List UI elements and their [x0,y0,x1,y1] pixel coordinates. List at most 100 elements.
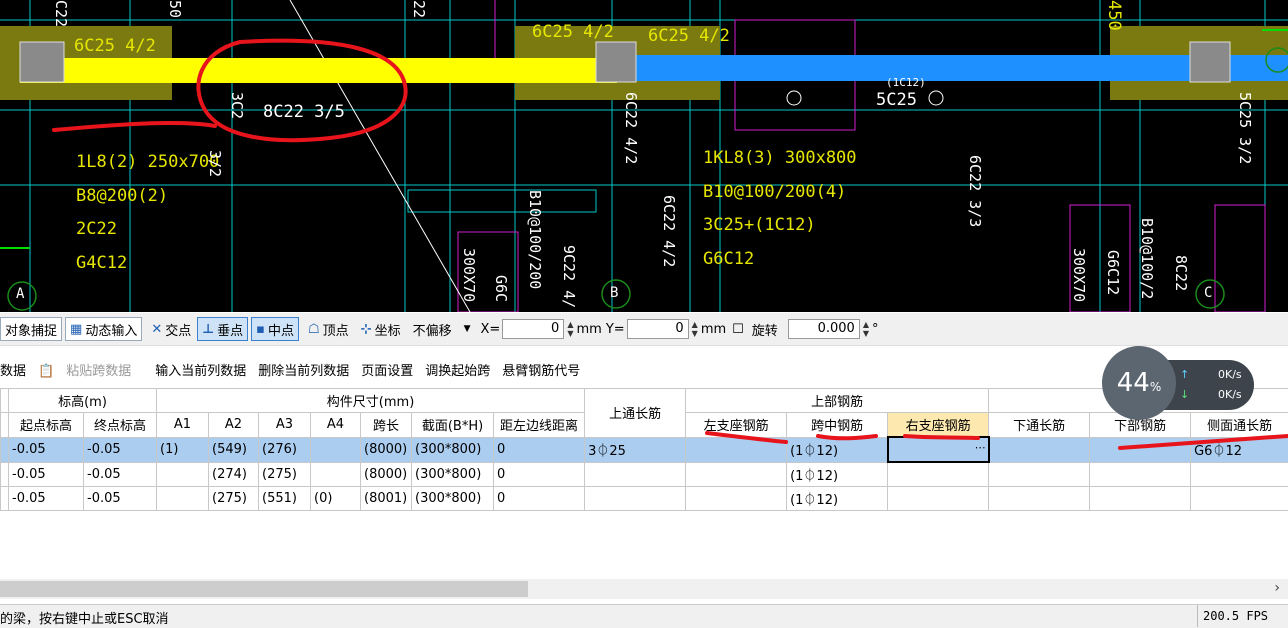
coordinate-snap-button[interactable]: ⊹坐标 [361,320,401,339]
rotate-checkbox[interactable]: ☐ [732,322,744,337]
cad-label: 2C22 [76,219,117,239]
table-cell[interactable]: -0.05 [84,487,157,511]
table-cell[interactable] [686,437,787,462]
col-header[interactable]: A2 [209,413,259,438]
x-input[interactable]: 0 [502,319,564,339]
menu-swap-start-span[interactable]: 调换起始跨 [425,360,490,379]
table-cell[interactable] [1191,487,1288,511]
menu-delete-column[interactable]: 删除当前列数据 [258,360,349,379]
table-row[interactable]: -0.05 -0.05 (275) (551) (0) (8001) (300*… [1,487,1288,511]
table-cell[interactable]: (1⏀12) [787,437,888,462]
table-cell[interactable]: -0.05 [9,487,84,511]
col-header[interactable]: A3 [259,413,311,438]
col-header-top-through[interactable]: 上通长筋 [585,389,686,438]
perpendicular-snap-button[interactable]: ⊥垂点 [197,317,248,341]
table-cell[interactable] [157,462,209,487]
table-cell[interactable] [1090,437,1191,462]
menu-cantilever-code[interactable]: 悬臂钢筋代号 [502,360,580,379]
table-cell[interactable]: (8001) [361,487,412,511]
table-cell[interactable] [686,462,787,487]
dynamic-input-button[interactable]: ▦动态输入 [65,317,142,341]
scrollbar-thumb[interactable] [0,581,528,597]
rotate-input[interactable]: 0.000 [788,319,860,339]
table-cell[interactable]: -0.05 [9,437,84,462]
y-input[interactable]: 0 [627,319,689,339]
active-cell-editor[interactable]: ⋯ [888,437,989,462]
scroll-right-arrow-icon[interactable]: › [1274,580,1280,596]
offset-dropdown[interactable]: 不偏移▼ [413,320,471,339]
table-cell[interactable] [585,462,686,487]
row-indicator[interactable] [1,437,9,462]
table-cell[interactable]: (300*800) [412,462,494,487]
table-cell[interactable]: (274) [209,462,259,487]
table-cell[interactable]: (8000) [361,437,412,462]
object-snap-label: 对象捕捉 [5,320,57,339]
table-cell[interactable] [157,487,209,511]
table-cell[interactable] [989,437,1090,462]
table-cell[interactable]: -0.05 [84,437,157,462]
table-cell[interactable]: (275) [209,487,259,511]
table-row[interactable]: -0.05 -0.05 (1) (549) (276) (8000) (300*… [1,437,1288,462]
object-snap-button[interactable]: 对象捕捉 [0,317,62,341]
table-cell[interactable]: (549) [209,437,259,462]
table-cell[interactable]: (1) [157,437,209,462]
y-spinner-icon[interactable]: ▲▼ [692,320,698,338]
table-cell[interactable]: (276) [259,437,311,462]
cad-drawing-canvas[interactable]: 6C25 4/2 6C25 4/2 6C25 4/2 1L8(2) 250x70… [0,0,1288,312]
table-toolbar: 数据 📋粘贴跨数据 输入当前列数据 删除当前列数据 页面设置 调换起始跨 悬臂钢… [0,356,1100,382]
col-header[interactable]: 下通长筋 [989,413,1090,438]
menu-page-setup[interactable]: 页面设置 [361,360,413,379]
table-cell[interactable]: (275) [259,462,311,487]
table-cell[interactable]: 0 [494,487,585,511]
table-cell[interactable]: (8000) [361,462,412,487]
table-cell[interactable]: (1⏀12) [787,487,888,511]
table-cell[interactable] [686,487,787,511]
table-row[interactable]: -0.05 -0.05 (274) (275) (8000) (300*800)… [1,462,1288,487]
table-cell[interactable] [311,437,361,462]
table-cell[interactable] [989,487,1090,511]
row-indicator[interactable] [1,487,9,511]
network-monitor-widget[interactable]: ↑ 0K/s ↓ 0K/s 44% [1102,346,1254,420]
menu-data[interactable]: 数据 [0,360,26,379]
col-header[interactable]: 起点标高 [9,413,84,438]
x-spinner-icon[interactable]: ▲▼ [567,320,573,338]
table-cell[interactable]: G6⏀12 [1191,437,1288,462]
col-header[interactable]: 距左边线距离 [494,413,585,438]
grid-input-icon: ▦ [70,322,82,337]
table-cell[interactable]: 0 [494,462,585,487]
col-header[interactable]: 跨长 [361,413,412,438]
table-cell[interactable] [989,462,1090,487]
menu-input-column[interactable]: 输入当前列数据 [155,360,246,379]
col-header[interactable]: 截面(B*H) [412,413,494,438]
midpoint-snap-button[interactable]: ▪中点 [251,317,299,341]
table-cell[interactable]: 0 [494,437,585,462]
col-header[interactable]: 终点标高 [84,413,157,438]
table-cell[interactable]: (300*800) [412,487,494,511]
table-cell[interactable]: (0) [311,487,361,511]
table-cell[interactable]: 3⏀25 [585,437,686,462]
col-header[interactable]: 跨中钢筋 [787,413,888,438]
table-cell[interactable] [888,462,989,487]
row-indicator[interactable] [1,462,9,487]
horizontal-scrollbar[interactable]: › [0,579,1288,599]
ellipsis-icon[interactable]: ⋯ [975,441,986,454]
col-header[interactable]: 左支座钢筋 [686,413,787,438]
table-cell[interactable] [1090,487,1191,511]
table-cell[interactable] [585,487,686,511]
col-header-active[interactable]: 右支座钢筋 [888,413,989,438]
col-header[interactable]: A4 [311,413,361,438]
col-header[interactable]: A1 [157,413,209,438]
menu-paste-span-data[interactable]: 📋粘贴跨数据 [38,360,143,379]
table-cell[interactable]: -0.05 [9,462,84,487]
table-cell[interactable] [311,462,361,487]
table-cell[interactable]: (1⏀12) [787,462,888,487]
table-cell[interactable]: (300*800) [412,437,494,462]
table-cell[interactable]: (551) [259,487,311,511]
intersect-snap-button[interactable]: ✕交点 [151,320,191,339]
rotate-spinner-icon[interactable]: ▲▼ [863,320,869,338]
table-cell[interactable] [888,487,989,511]
table-cell[interactable] [1191,462,1288,487]
table-cell[interactable] [1090,462,1191,487]
table-cell[interactable]: -0.05 [84,462,157,487]
vertex-snap-button[interactable]: ☖顶点 [308,320,349,339]
